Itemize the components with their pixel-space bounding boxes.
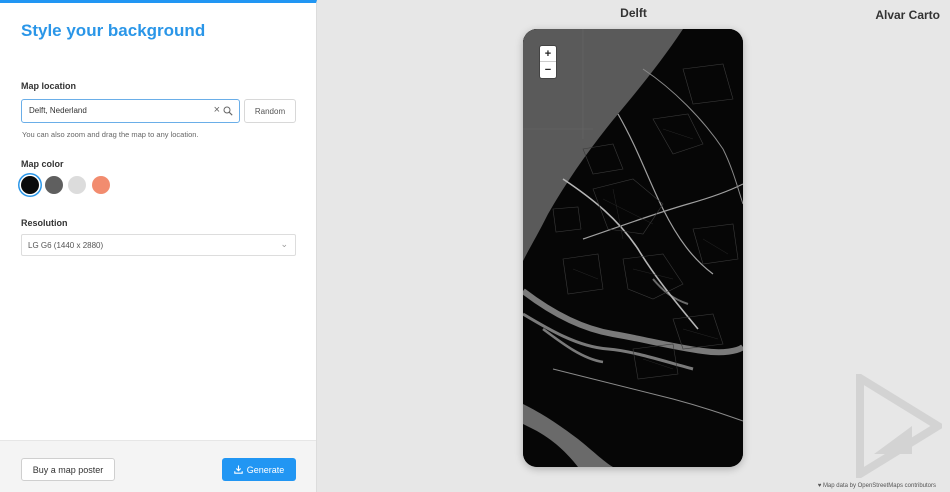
city-title: Delft [620, 6, 647, 20]
brand-logo[interactable]: Alvar Carto [875, 8, 940, 22]
generate-button[interactable]: Generate [222, 458, 296, 481]
watermark-logo [856, 374, 942, 478]
attribution-text: Map data by OpenStreetMaps contributors [822, 483, 936, 489]
color-swatch-gray[interactable] [45, 176, 63, 194]
settings-panel: Style your background Map location Delft… [0, 0, 317, 492]
location-hint: You can also zoom and drag the map to an… [22, 130, 199, 139]
location-search-input[interactable]: Delft, Nederland × [21, 99, 240, 123]
map-canvas[interactable] [523, 29, 743, 467]
search-icon[interactable] [223, 106, 233, 116]
map-color-label: Map color [21, 159, 64, 169]
resolution-select[interactable]: LG G6 (1440 x 2880) ⌄ [21, 234, 296, 256]
location-search-value[interactable]: Delft, Nederland [29, 106, 87, 115]
buy-poster-button[interactable]: Buy a map poster [21, 458, 115, 481]
page-title: Style your background [21, 21, 206, 40]
panel-footer: Buy a map poster Generate [0, 440, 316, 492]
color-swatch-black[interactable] [21, 176, 39, 194]
preview-stage: Delft Alvar Carto + − ♥ Map data by Open… [317, 0, 950, 492]
resolution-label: Resolution [21, 218, 68, 228]
clear-icon[interactable]: × [214, 104, 220, 116]
color-swatch-salmon[interactable] [92, 176, 110, 194]
map-attribution: ♥ Map data by OpenStreetMaps contributor… [818, 483, 936, 489]
resolution-value: LG G6 (1440 x 2880) [28, 241, 104, 250]
map-preview[interactable]: + − [523, 29, 743, 467]
zoom-in-button[interactable]: + [540, 46, 556, 62]
generate-label: Generate [246, 464, 285, 475]
random-button[interactable]: Random [244, 99, 296, 123]
heart-icon: ♥ [817, 483, 822, 489]
download-icon [233, 465, 243, 474]
map-location-label: Map location [21, 81, 77, 91]
color-swatch-light[interactable] [68, 176, 86, 194]
zoom-control: + − [540, 46, 556, 78]
chevron-down-icon: ⌄ [280, 239, 288, 249]
zoom-out-button[interactable]: − [540, 62, 556, 78]
